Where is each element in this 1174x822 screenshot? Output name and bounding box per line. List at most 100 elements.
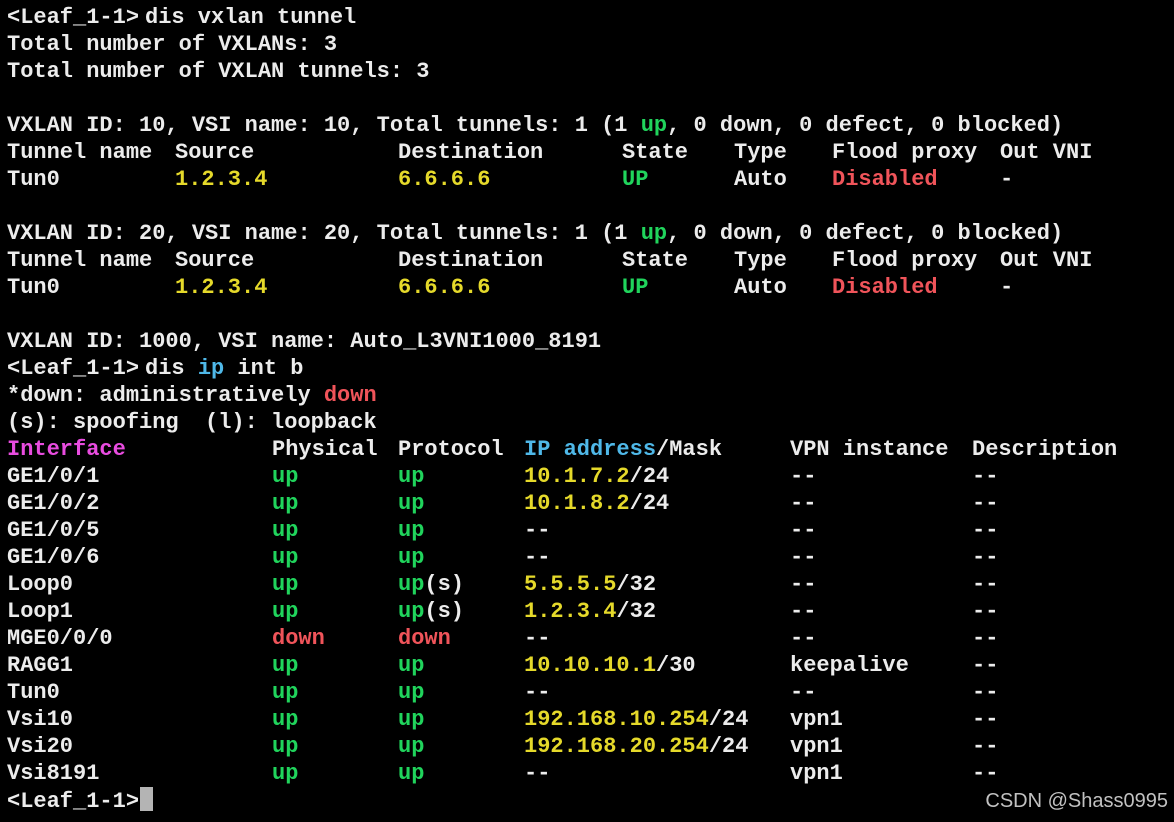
physical-status: up: [272, 518, 299, 543]
terminal-line-command: <Leaf_1-1> dis ip int b: [0, 355, 1174, 382]
description: --: [972, 626, 999, 651]
ip-address-mask: 5.5.5.5/32: [524, 571, 656, 598]
vxlan-header-post: , 0 down, 0 defect, 0 blocked): [667, 113, 1064, 138]
cursor: [140, 787, 154, 811]
col-description: Description: [972, 437, 1118, 462]
tunnel-state: UP: [622, 167, 649, 192]
protocol-status: up: [398, 544, 424, 571]
vpn-instance: vpn1: [790, 761, 843, 786]
col-interface: Interface: [7, 437, 126, 462]
ip-mask: /32: [616, 572, 657, 597]
ip-table-row: Vsi20 up up 192.168.20.254/24 vpn1 --: [0, 733, 1174, 760]
terminal-line: Total number of VXLAN tunnels: 3: [0, 58, 1174, 85]
protocol-status: up: [398, 490, 424, 517]
vxlan-header-up: up: [640, 221, 668, 246]
ip-address-mask: --: [524, 544, 550, 571]
ip-table-row: MGE0/0/0 down down -- -- --: [0, 625, 1174, 652]
command-ip-keyword: ip: [197, 356, 225, 381]
interface-name: Vsi8191: [7, 761, 100, 786]
tunnel-table-header: Tunnel name Source Destination State Typ…: [0, 247, 1174, 274]
protocol-status: down: [398, 625, 451, 652]
tunnel-name: Tun0: [7, 167, 60, 192]
col-flood-proxy: Flood proxy: [832, 248, 978, 273]
physical-status: up: [272, 707, 299, 732]
command-text: dis vxlan tunnel: [145, 5, 357, 30]
ip-table-body: GE1/0/1 up up 10.1.7.2/24 -- -- GE1/0/2 up up 10.…: [0, 463, 1174, 787]
interface-name: GE1/0/6: [7, 545, 100, 570]
ip-table-row: GE1/0/5 up up -- -- --: [0, 517, 1174, 544]
tunnel-destination: 6.6.6.6: [398, 275, 491, 300]
vpn-instance: vpn1: [790, 707, 843, 732]
tunnel-name: Tun0: [7, 275, 60, 300]
ip-table-row: GE1/0/1 up up 10.1.7.2/24 -- --: [0, 463, 1174, 490]
ip-mask: /24: [708, 734, 749, 759]
protocol-state: up: [398, 545, 425, 570]
protocol-status: up: [398, 733, 424, 760]
ip-address: --: [524, 545, 551, 570]
physical-status: up: [272, 734, 299, 759]
ip-address: 192.168.10.254: [524, 707, 709, 732]
tunnel-source: 1.2.3.4: [175, 275, 268, 300]
ip-address-mask: --: [524, 760, 550, 787]
col-out-vni: Out VNI: [1000, 248, 1093, 273]
vxlan-header-post: , 0 down, 0 defect, 0 blocked): [667, 221, 1064, 246]
ip-address: --: [524, 680, 551, 705]
protocol-state: up: [398, 518, 425, 543]
description: --: [972, 707, 999, 732]
col-ip-address: IP address/Mask: [524, 436, 722, 463]
vxlan-header-up: up: [640, 113, 668, 138]
protocol-status: up: [398, 706, 424, 733]
physical-status: down: [272, 626, 325, 651]
terminal-line: Total number of VXLANs: 3: [0, 31, 1174, 58]
col-tunnel-name: Tunnel name: [7, 140, 153, 165]
tunnel-table-row: Tun0 1.2.3.4 6.6.6.6 UP Auto Disabled -: [0, 166, 1174, 193]
vxlan-header-pre: VXLAN ID: 20, VSI name: 20, Total tunnel…: [7, 221, 641, 246]
protocol-status: up: [398, 760, 424, 787]
protocol-state: up: [398, 464, 425, 489]
description: --: [972, 572, 999, 597]
ip-address: 5.5.5.5: [524, 572, 617, 597]
col-type: Type: [734, 140, 787, 165]
prompt: <Leaf_1-1>: [7, 356, 140, 381]
ip-mask: /30: [656, 653, 696, 678]
ip-address: --: [524, 518, 551, 543]
tunnel-table-row: Tun0 1.2.3.4 6.6.6.6 UP Auto Disabled -: [0, 274, 1174, 301]
ip-table-row: Vsi10 up up 192.168.10.254/24 vpn1 --: [0, 706, 1174, 733]
protocol-state: up: [398, 491, 425, 516]
prompt: <Leaf_1-1>: [7, 789, 140, 814]
protocol-flag: (s): [424, 599, 465, 624]
col-source: Source: [175, 248, 255, 273]
ip-address: 1.2.3.4: [524, 599, 617, 624]
ip-address: 10.1.7.2: [524, 464, 630, 489]
col-state: State: [622, 140, 689, 165]
interface-name: GE1/0/5: [7, 518, 100, 543]
physical-status: up: [272, 464, 299, 489]
legend-line: (s): spoofing (l): loopback: [0, 409, 1174, 436]
ip-table-row: Tun0 up up -- -- --: [0, 679, 1174, 706]
total-vxlans: Total number of VXLANs: 3: [7, 32, 338, 57]
protocol-state: up: [398, 734, 425, 759]
protocol-state: up: [398, 572, 425, 597]
interface-name: GE1/0/1: [7, 464, 100, 489]
vpn-instance: --: [790, 626, 817, 651]
description: --: [972, 653, 999, 678]
col-destination: Destination: [398, 140, 544, 165]
tunnel-type: Auto: [734, 275, 787, 300]
description: --: [972, 734, 999, 759]
terminal-window[interactable]: <Leaf_1-1> dis vxlan tunnel Total number…: [0, 0, 1174, 822]
legend-line: *down: administratively down: [0, 382, 1174, 409]
protocol-status: up: [398, 652, 424, 679]
terminal-line-command: <Leaf_1-1> dis vxlan tunnel: [0, 4, 1174, 31]
physical-status: up: [272, 545, 299, 570]
prompt-input[interactable]: <Leaf_1-1>: [7, 787, 154, 815]
ip-mask: /24: [629, 491, 670, 516]
tunnel-flood-proxy: Disabled: [832, 167, 938, 192]
tunnel-destination: 6.6.6.6: [398, 167, 491, 192]
col-source: Source: [175, 140, 255, 165]
ip-table-row: Loop0 up up(s) 5.5.5.5/32 -- --: [0, 571, 1174, 598]
vpn-instance: vpn1: [790, 734, 843, 759]
tunnel-table-header: Tunnel name Source Destination State Typ…: [0, 139, 1174, 166]
tunnel-out-vni: -: [1000, 167, 1014, 192]
vxlan-section-header: VXLAN ID: 20, VSI name: 20, Total tunnel…: [0, 220, 1174, 247]
